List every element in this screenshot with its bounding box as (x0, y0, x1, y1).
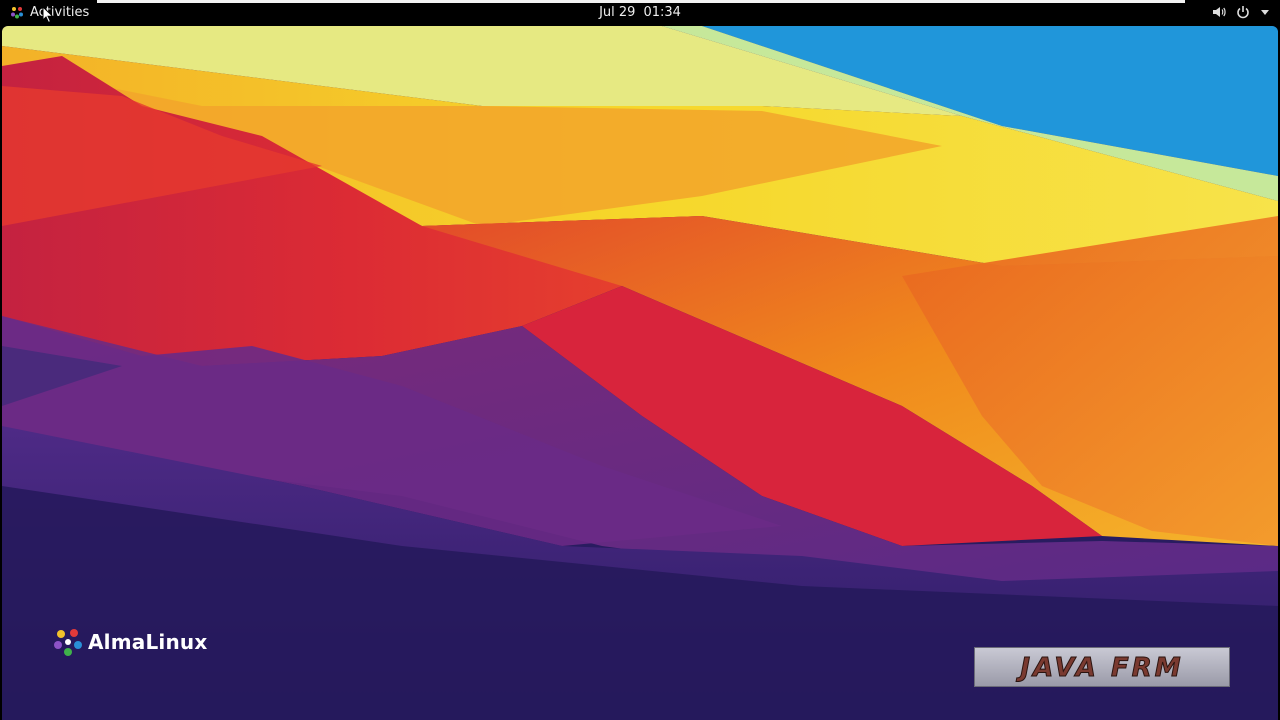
java-frm-watermark: JAVA FRM (974, 647, 1230, 687)
volume-icon (1213, 7, 1226, 17)
wallpaper-image (2, 26, 1278, 720)
screen: Activities Jul 29 01:34 AlmaLinux JAVA F… (0, 0, 1280, 720)
almalinux-logo-icon (54, 629, 82, 656)
power-icon (1237, 6, 1249, 19)
mouse-cursor-icon (42, 6, 54, 24)
desktop-background (2, 26, 1278, 720)
almalinux-branding: AlmaLinux (52, 626, 207, 658)
chevron-down-icon (1261, 10, 1269, 15)
watermark-text: JAVA FRM (1015, 653, 1183, 683)
top-bar: Activities Jul 29 01:34 (0, 0, 1280, 24)
date-label: Jul 29 (599, 4, 636, 20)
almalinux-wordmark: AlmaLinux (88, 630, 208, 654)
activities-label: Activities (30, 4, 90, 20)
system-tray[interactable] (1212, 0, 1270, 24)
time-label: 01:34 (643, 4, 681, 20)
watermark-logo: JAVA FRM (1015, 653, 1183, 684)
clock-button[interactable]: Jul 29 01:34 (599, 0, 681, 24)
almalinux-mini-logo-icon (11, 7, 23, 19)
